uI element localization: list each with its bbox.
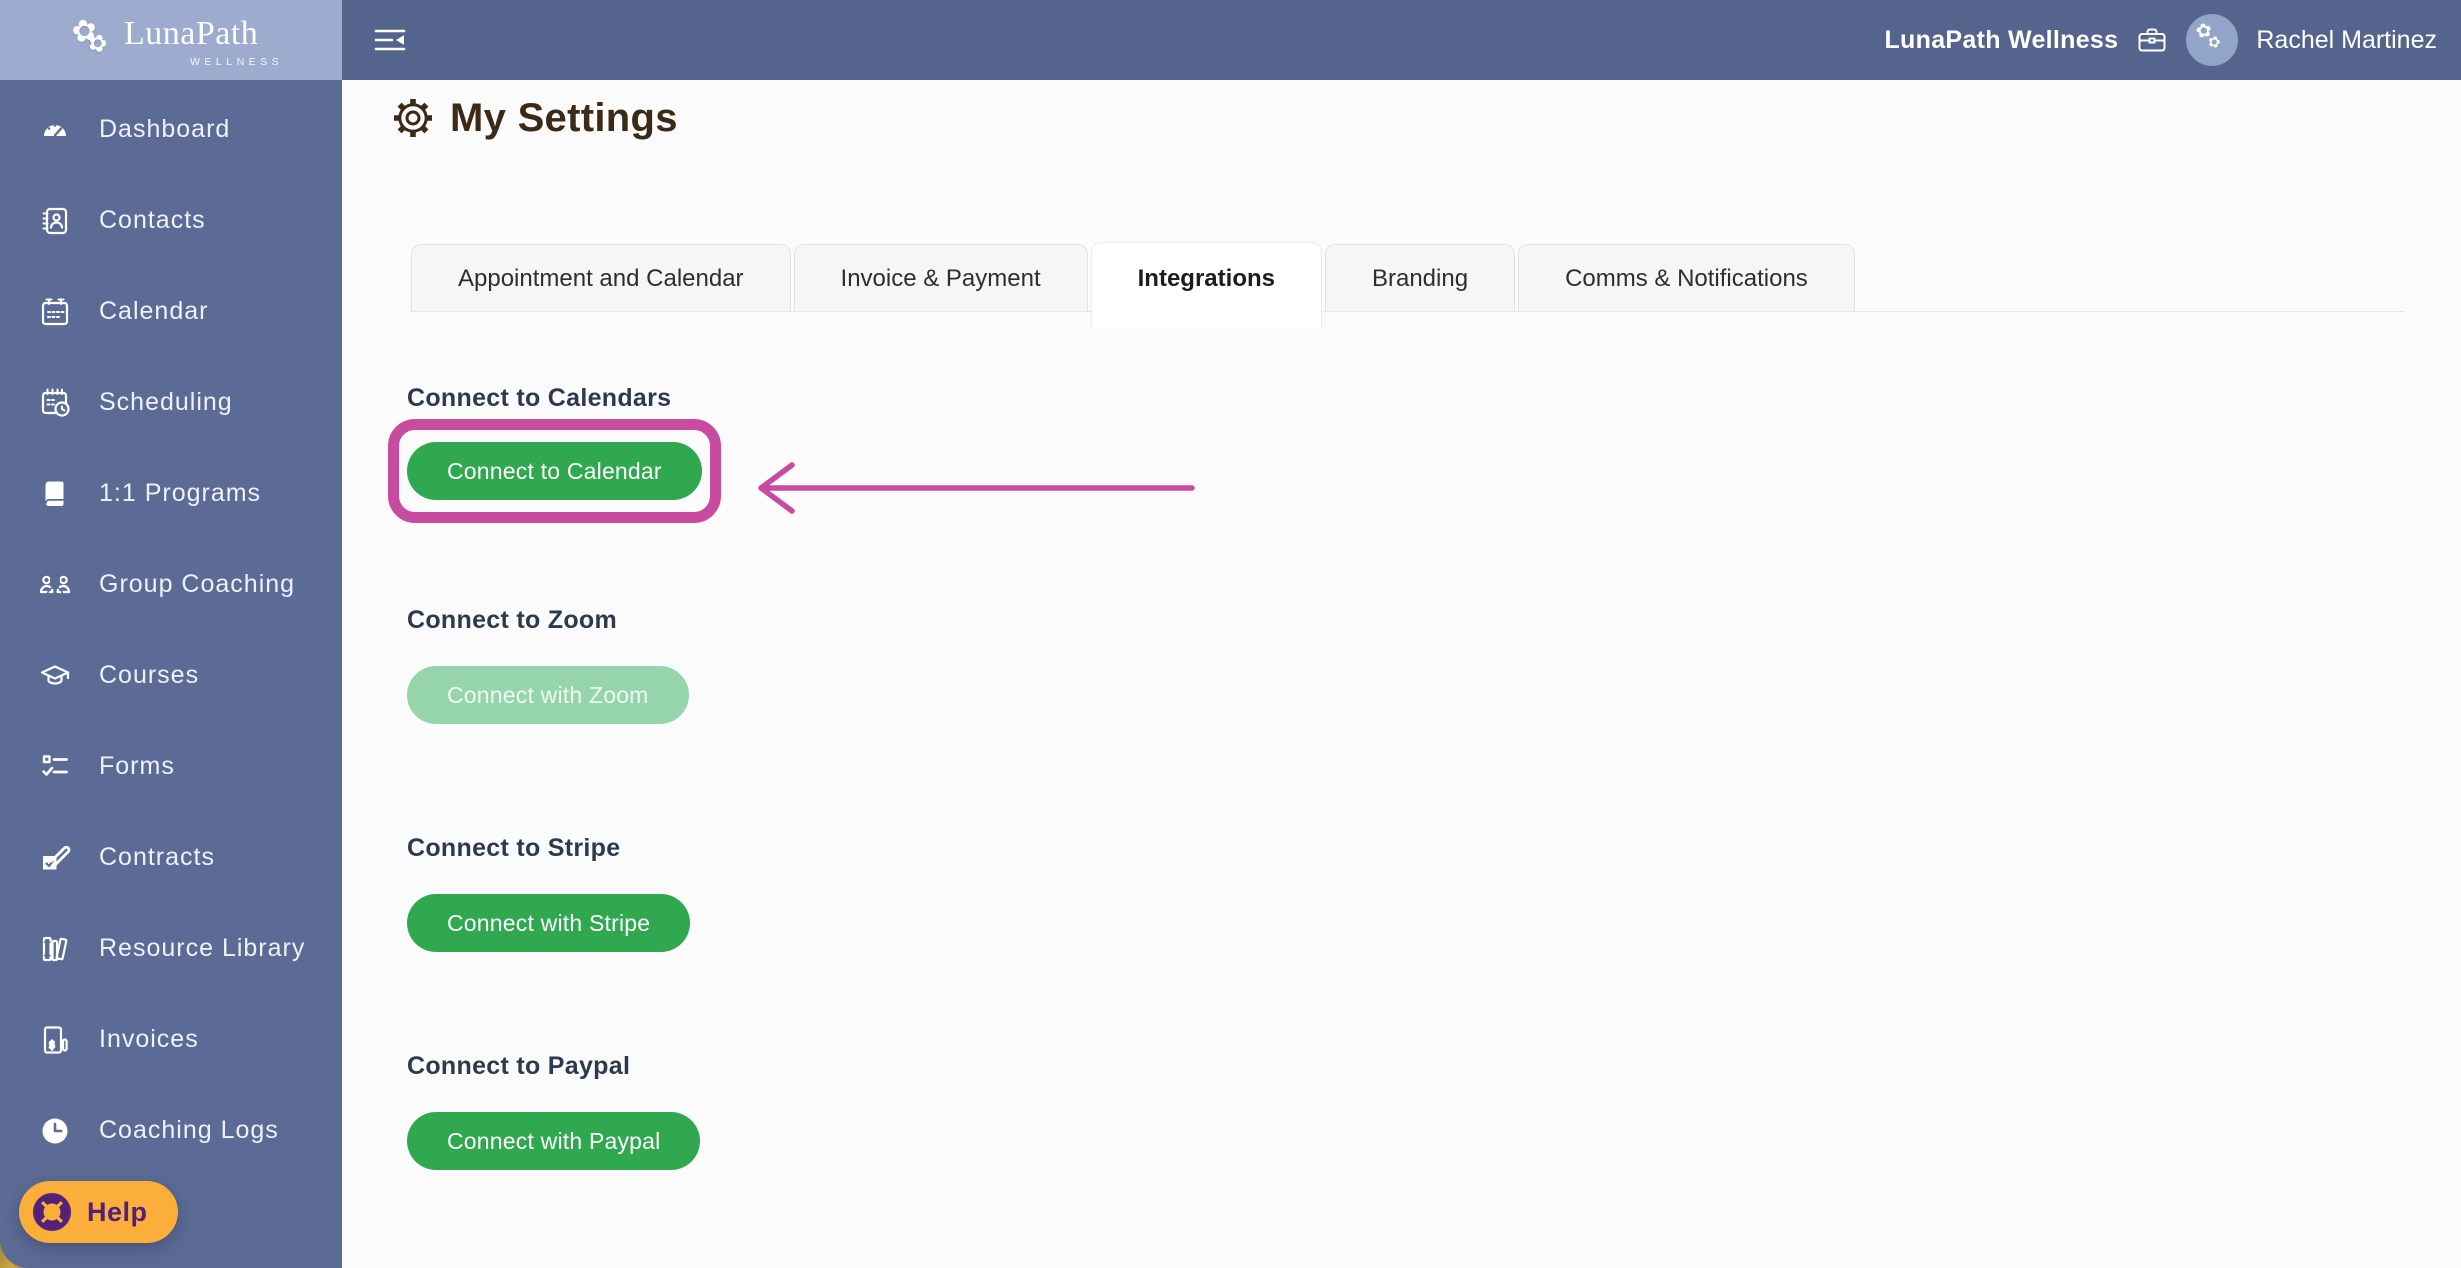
sidebar-item-resource-library[interactable]: Resource Library	[0, 903, 342, 994]
contract-pen-icon	[38, 841, 72, 875]
scheduling-icon	[38, 386, 72, 420]
help-label: Help	[87, 1196, 148, 1227]
sidebar-item-group-coaching[interactable]: Group Coaching	[0, 539, 342, 630]
dashboard-icon	[38, 113, 72, 147]
tab-comms-notifications[interactable]: Comms & Notifications	[1518, 244, 1855, 312]
annotation-highlight-box: Connect to Calendar	[388, 419, 721, 523]
sidebar-item-label: Coaching Logs	[99, 1116, 279, 1144]
integrations-sections: Connect to Calendars Connect to Calendar…	[388, 384, 2461, 1170]
sidebar-item-dashboard[interactable]: Dashboard	[0, 84, 342, 175]
page-title-row: My Settings	[390, 80, 2461, 140]
sidebar: ✿✿ LunaPath WELLNESS Dashboard Contacts …	[0, 0, 342, 1268]
briefcase-icon[interactable]	[2136, 26, 2168, 54]
connect-paypal-button[interactable]: Connect with Paypal	[407, 1112, 701, 1170]
main-content: My Settings Appointment and Calendar Inv…	[342, 80, 2461, 1268]
sidebar-item-contracts[interactable]: Contracts	[0, 812, 342, 903]
sidebar-nav: Dashboard Contacts Calendar Scheduling 1	[0, 80, 342, 1176]
sidebar-item-scheduling[interactable]: Scheduling	[0, 357, 342, 448]
clock-icon	[38, 1114, 72, 1148]
section-connect-paypal: Connect to Paypal Connect with Paypal	[407, 1052, 2461, 1170]
tab-appointment-and-calendar[interactable]: Appointment and Calendar	[411, 244, 791, 312]
connect-calendar-button[interactable]: Connect to Calendar	[407, 442, 702, 500]
sidebar-item-coaching-logs[interactable]: Coaching Logs	[0, 1085, 342, 1176]
connect-zoom-button[interactable]: Connect with Zoom	[407, 666, 689, 724]
tab-invoice-payment[interactable]: Invoice & Payment	[793, 244, 1088, 312]
flower-avatar-icon: ✿	[2206, 32, 2223, 53]
page-title: My Settings	[450, 95, 678, 140]
invoice-icon: $	[38, 1023, 72, 1057]
contacts-icon	[38, 204, 72, 238]
section-heading: Connect to Zoom	[407, 606, 618, 634]
tab-integrations[interactable]: Integrations	[1090, 242, 1322, 328]
group-icon	[38, 568, 72, 602]
sidebar-item-calendar[interactable]: Calendar	[0, 266, 342, 357]
top-header: LunaPath Wellness ✿ ✿ Rachel Martinez	[342, 0, 2461, 80]
flower-logo-icon: ✿✿	[68, 12, 112, 59]
connect-stripe-button[interactable]: Connect with Stripe	[407, 894, 691, 952]
checklist-icon	[38, 750, 72, 784]
sidebar-item-label: 1:1 Programs	[99, 479, 262, 507]
sidebar-item-label: Dashboard	[99, 115, 231, 143]
sidebar-item-label: Resource Library	[99, 934, 306, 962]
sidebar-item-label: Invoices	[99, 1025, 199, 1053]
book-icon	[38, 477, 72, 511]
svg-text:$: $	[49, 1039, 55, 1050]
sidebar-item-label: Scheduling	[99, 388, 233, 416]
lifebuoy-icon	[32, 1192, 72, 1232]
user-name[interactable]: Rachel Martinez	[2256, 26, 2437, 55]
sidebar-item-invoices[interactable]: $ Invoices	[0, 994, 342, 1085]
books-icon	[38, 932, 72, 966]
workspace-name: LunaPath Wellness	[1884, 25, 2119, 54]
sidebar-item-label: Calendar	[99, 297, 209, 325]
brand-logo: ✿✿ LunaPath WELLNESS	[0, 0, 342, 80]
section-connect-stripe: Connect to Stripe Connect with Stripe	[407, 834, 2461, 952]
sidebar-item-contacts[interactable]: Contacts	[0, 175, 342, 266]
section-connect-calendars: Connect to Calendars Connect to Calendar	[388, 384, 2461, 523]
brand-name: LunaPath	[124, 15, 259, 52]
help-button[interactable]: Help	[19, 1181, 178, 1243]
tab-branding[interactable]: Branding	[1324, 244, 1516, 312]
brand-tagline: WELLNESS	[190, 56, 284, 68]
section-connect-zoom: Connect to Zoom Connect with Zoom	[407, 606, 2461, 724]
header-right-cluster: LunaPath Wellness ✿ ✿ Rachel Martinez	[1884, 14, 2461, 66]
section-heading: Connect to Calendars	[407, 384, 672, 412]
sidebar-item-label: Contacts	[99, 206, 206, 234]
sidebar-item-programs[interactable]: 1:1 Programs	[0, 448, 342, 539]
sidebar-item-courses[interactable]: Courses	[0, 630, 342, 721]
calendar-icon	[38, 295, 72, 329]
section-heading: Connect to Paypal	[407, 1052, 631, 1080]
graduation-cap-icon	[38, 659, 72, 693]
user-avatar[interactable]: ✿ ✿	[2186, 14, 2239, 66]
sidebar-item-label: Forms	[99, 752, 175, 780]
sidebar-item-forms[interactable]: Forms	[0, 721, 342, 812]
sidebar-item-label: Group Coaching	[99, 570, 296, 598]
settings-tabs: Appointment and Calendar Invoice & Payme…	[411, 242, 2405, 328]
sidebar-item-label: Contracts	[99, 843, 215, 871]
gear-icon	[394, 99, 432, 137]
collapse-sidebar-icon[interactable]	[372, 26, 408, 54]
sidebar-item-label: Courses	[99, 661, 200, 689]
section-heading: Connect to Stripe	[407, 834, 621, 862]
